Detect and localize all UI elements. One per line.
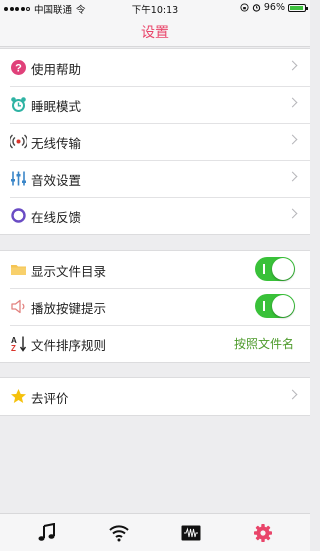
row-show-folders: 显示文件目录 [0,251,310,288]
show-folders-toggle[interactable] [255,257,295,281]
wifi-icon[interactable] [109,523,129,543]
row-rate-app[interactable]: 去评价 [0,378,310,415]
key-sound-toggle[interactable] [255,294,295,318]
row-help-label: 使用帮助 [31,62,82,77]
feedback-ring-icon [11,208,26,223]
row-sound-settings[interactable]: 音效设置 [0,160,310,197]
navigation-bar: 设置 [0,16,310,47]
toggle-on-mark [263,301,265,311]
settings-group-rate: 去评价 [0,377,310,416]
orientation-lock-icon [240,3,249,12]
settings-group-files: 显示文件目录 播放按键提示 A Z 文件排序规则 按照文件名 [0,250,310,363]
alarm-clock-icon [11,97,26,112]
music-note-icon[interactable] [37,523,57,543]
waveform-icon[interactable] [181,523,201,543]
toggle-knob [272,295,294,317]
status-right: 96% [240,2,308,13]
row-sort-rule[interactable]: A Z 文件排序规则 按照文件名 [0,325,310,362]
row-wireless-transfer[interactable]: 无线传输 [0,123,310,160]
chevron-right-icon [287,134,298,145]
battery-fill [290,5,304,10]
row-show-folders-label: 显示文件目录 [31,264,107,279]
toggle-knob [272,258,294,280]
row-key-sound-label: 播放按键提示 [31,301,107,316]
chevron-right-icon [287,97,298,108]
sort-az-icon: A Z [11,336,27,352]
chevron-right-icon [287,171,298,182]
speaker-icon [11,299,25,314]
page-title: 设置 [141,25,169,41]
row-wireless-transfer-label: 无线传输 [31,136,82,151]
chevron-right-icon [287,389,298,400]
row-sound-settings-label: 音效设置 [31,173,82,188]
tab-bar [0,513,310,551]
help-icon: ? [11,60,26,75]
svg-text:?: ? [15,63,22,75]
row-help[interactable]: ? 使用帮助 [0,49,310,86]
row-key-sound: 播放按键提示 [0,288,310,325]
sort-rule-value: 按照文件名 [233,337,294,351]
row-rate-app-label: 去评价 [31,391,69,406]
row-online-feedback[interactable]: 在线反馈 [0,197,310,234]
alarm-status-icon [252,4,261,12]
battery-icon [288,3,308,12]
star-icon [11,389,26,403]
row-sleep-mode[interactable]: 睡眠模式 [0,86,310,123]
row-sleep-mode-label: 睡眠模式 [31,99,82,114]
toggle-on-mark [263,264,265,274]
folder-icon [11,265,26,275]
chevron-right-icon [287,60,298,71]
settings-group-general: ? 使用帮助 睡眠模式 无线传输 音效设置 在线反馈 [0,48,310,235]
row-online-feedback-label: 在线反馈 [31,210,82,225]
chevron-right-icon [287,208,298,219]
equalizer-icon [11,171,26,186]
status-bar: 中国联通 令 下午10:13 96% [0,0,310,16]
wireless-transfer-icon [10,134,27,149]
battery-percent: 96% [263,2,285,13]
row-sort-rule-label: 文件排序规则 [31,338,107,353]
svg-text:Z: Z [11,344,16,352]
gear-icon[interactable] [253,523,273,543]
